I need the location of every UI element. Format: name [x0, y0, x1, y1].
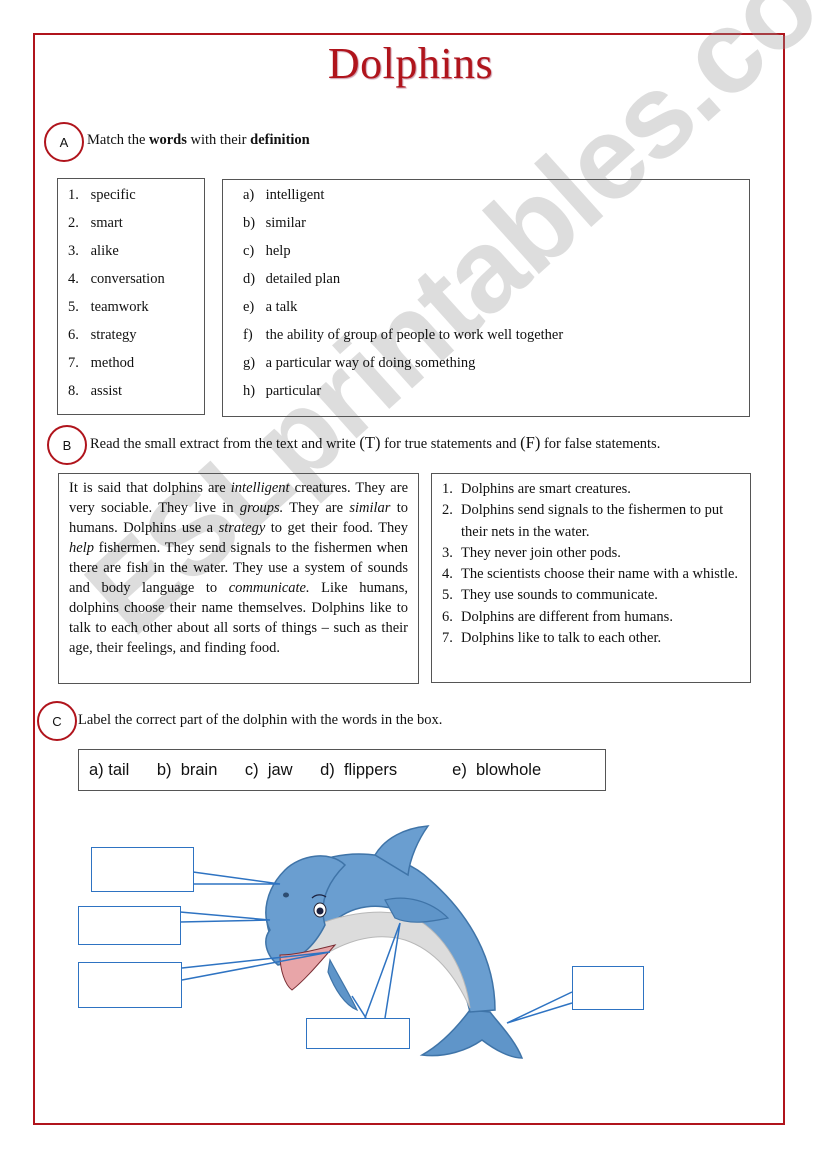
leader-line-1 — [192, 871, 281, 885]
label-box-2[interactable] — [78, 906, 181, 945]
label-box-3[interactable] — [78, 962, 182, 1008]
label-box-1[interactable] — [91, 847, 194, 892]
label-box-4[interactable] — [306, 1018, 410, 1049]
label-box-5[interactable] — [572, 966, 644, 1010]
leader-line-2 — [179, 911, 271, 923]
leader-line-6 — [506, 991, 573, 1024]
